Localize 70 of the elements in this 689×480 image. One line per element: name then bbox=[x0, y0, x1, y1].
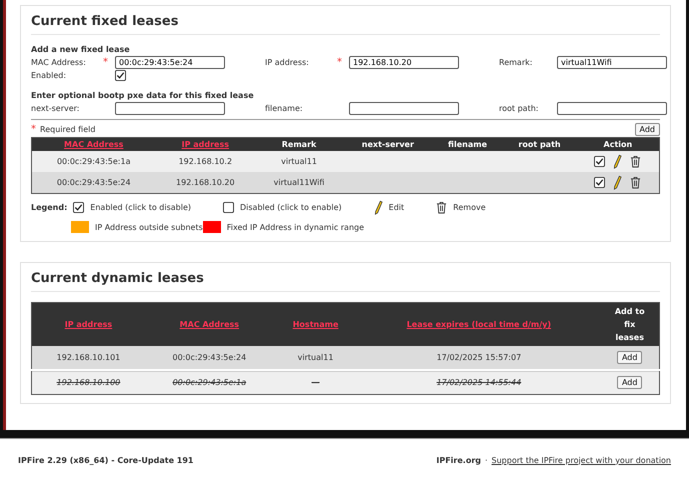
checkbox-icon[interactable] bbox=[223, 202, 234, 213]
legend-text: Fixed IP Address in dynamic range bbox=[226, 222, 364, 232]
section-title: Current fixed leases bbox=[31, 14, 660, 35]
field-label: root path: bbox=[499, 104, 540, 113]
field-label: Remark: bbox=[499, 58, 534, 67]
trash-icon[interactable] bbox=[630, 176, 642, 189]
checked-checkbox-icon[interactable] bbox=[594, 177, 606, 188]
sort-link[interactable]: Hostname bbox=[292, 320, 338, 329]
pencil-icon bbox=[374, 200, 383, 215]
required-mark: * bbox=[337, 57, 343, 68]
add-button[interactable]: Add bbox=[616, 351, 642, 364]
legend-text: Edit bbox=[388, 203, 404, 212]
legend-text: Disabled (click to enable) bbox=[240, 203, 342, 212]
input-field[interactable] bbox=[115, 102, 225, 115]
column-header: next-server bbox=[362, 140, 414, 149]
form-heading: Add a new fixed lease bbox=[31, 45, 131, 54]
legend-text: Remove bbox=[453, 203, 486, 212]
donation-link[interactable]: Support the IPFire project with your donation bbox=[492, 456, 671, 464]
checked-checkbox-icon[interactable] bbox=[115, 70, 126, 81]
input-field[interactable] bbox=[557, 102, 667, 115]
checked-checkbox-icon[interactable] bbox=[73, 202, 84, 213]
field-label: MAC Address: bbox=[31, 58, 87, 67]
pencil-icon[interactable] bbox=[613, 175, 622, 190]
table-cell: 192.168.10.100 bbox=[56, 378, 120, 387]
trash-icon[interactable] bbox=[630, 155, 642, 168]
trash-icon bbox=[436, 201, 448, 214]
table-cell: 00:0c:29:43:5e:1a bbox=[172, 378, 246, 387]
column-header: Add to fix leases bbox=[614, 306, 645, 344]
checked-checkbox-icon[interactable] bbox=[594, 156, 606, 167]
column-header: Remark bbox=[282, 140, 316, 149]
separator-text: · bbox=[484, 456, 488, 464]
column-header: filename bbox=[448, 140, 487, 149]
table-cell: virtual11 bbox=[298, 353, 334, 362]
section-title: Current dynamic leases bbox=[31, 271, 660, 292]
field-label: filename: bbox=[265, 104, 304, 113]
legend-text: Enabled (click to disable) bbox=[90, 203, 191, 212]
input-field[interactable]: virtual11Wifi bbox=[557, 56, 667, 69]
legend-text: IP Address outside subnets bbox=[95, 222, 203, 232]
required-mark: * bbox=[31, 124, 36, 135]
version-text: IPFire 2.29 (x86_64) - Core-Update 191 bbox=[18, 456, 194, 464]
site-link[interactable]: IPFire.org bbox=[436, 456, 481, 464]
field-label: Enabled: bbox=[31, 71, 68, 80]
table-cell: virtual11Wifi bbox=[274, 178, 324, 187]
sort-link[interactable]: MAC Address bbox=[180, 320, 240, 329]
table-cell: 00:0c:29:43:5e:1a bbox=[56, 157, 130, 166]
field-label: next-server: bbox=[31, 104, 80, 113]
add-button[interactable]: Add bbox=[616, 376, 642, 389]
pencil-icon[interactable] bbox=[613, 154, 622, 169]
required-note: Required field bbox=[40, 125, 96, 134]
input-field[interactable]: 192.168.10.20 bbox=[349, 56, 459, 69]
form-heading: Enter optional bootp pxe data for this fixed lease bbox=[31, 91, 255, 100]
add-button[interactable]: Add bbox=[634, 123, 660, 136]
table-cell: 00:0c:29:43:5e:24 bbox=[56, 178, 131, 187]
table-cell: 17/02/2025 14:55:44 bbox=[436, 378, 522, 387]
table-cell: 17/02/2025 15:57:07 bbox=[436, 353, 522, 362]
sort-link[interactable]: IP address bbox=[64, 320, 112, 329]
table-cell: virtual11 bbox=[281, 157, 317, 166]
table-cell: 192.168.10.101 bbox=[56, 353, 120, 362]
table-cell: — bbox=[312, 378, 320, 387]
legend-label: Legend: bbox=[31, 203, 68, 212]
sort-link[interactable]: Lease expires (local time d/m/y) bbox=[406, 320, 552, 329]
table-cell: 00:0c:29:43:5e:24 bbox=[172, 353, 246, 362]
table-cell: 192.168.10.20 bbox=[176, 178, 235, 187]
table-cell: 192.168.10.2 bbox=[178, 157, 232, 166]
column-header: Action bbox=[604, 140, 632, 149]
required-mark: * bbox=[103, 57, 109, 68]
field-label: IP address: bbox=[265, 58, 310, 67]
input-field[interactable]: 00:0c:29:43:5e:24 bbox=[115, 56, 225, 69]
column-header: root path bbox=[518, 140, 561, 149]
input-field[interactable] bbox=[349, 102, 459, 115]
